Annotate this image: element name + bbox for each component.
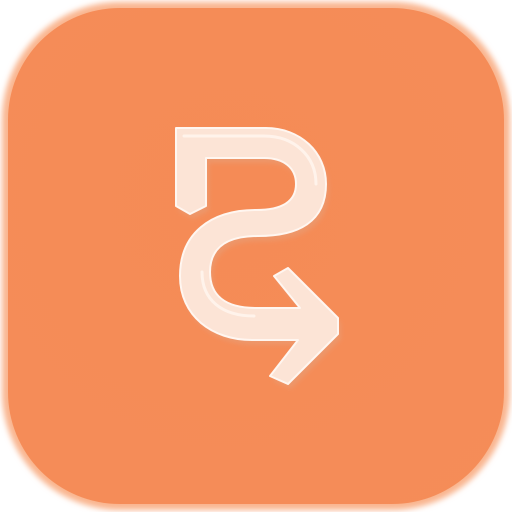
app-icon[interactable] (0, 0, 512, 512)
app-icon-graphic (2, 2, 510, 510)
app-icon-canvas (0, 0, 512, 512)
tile-background (8, 8, 504, 504)
